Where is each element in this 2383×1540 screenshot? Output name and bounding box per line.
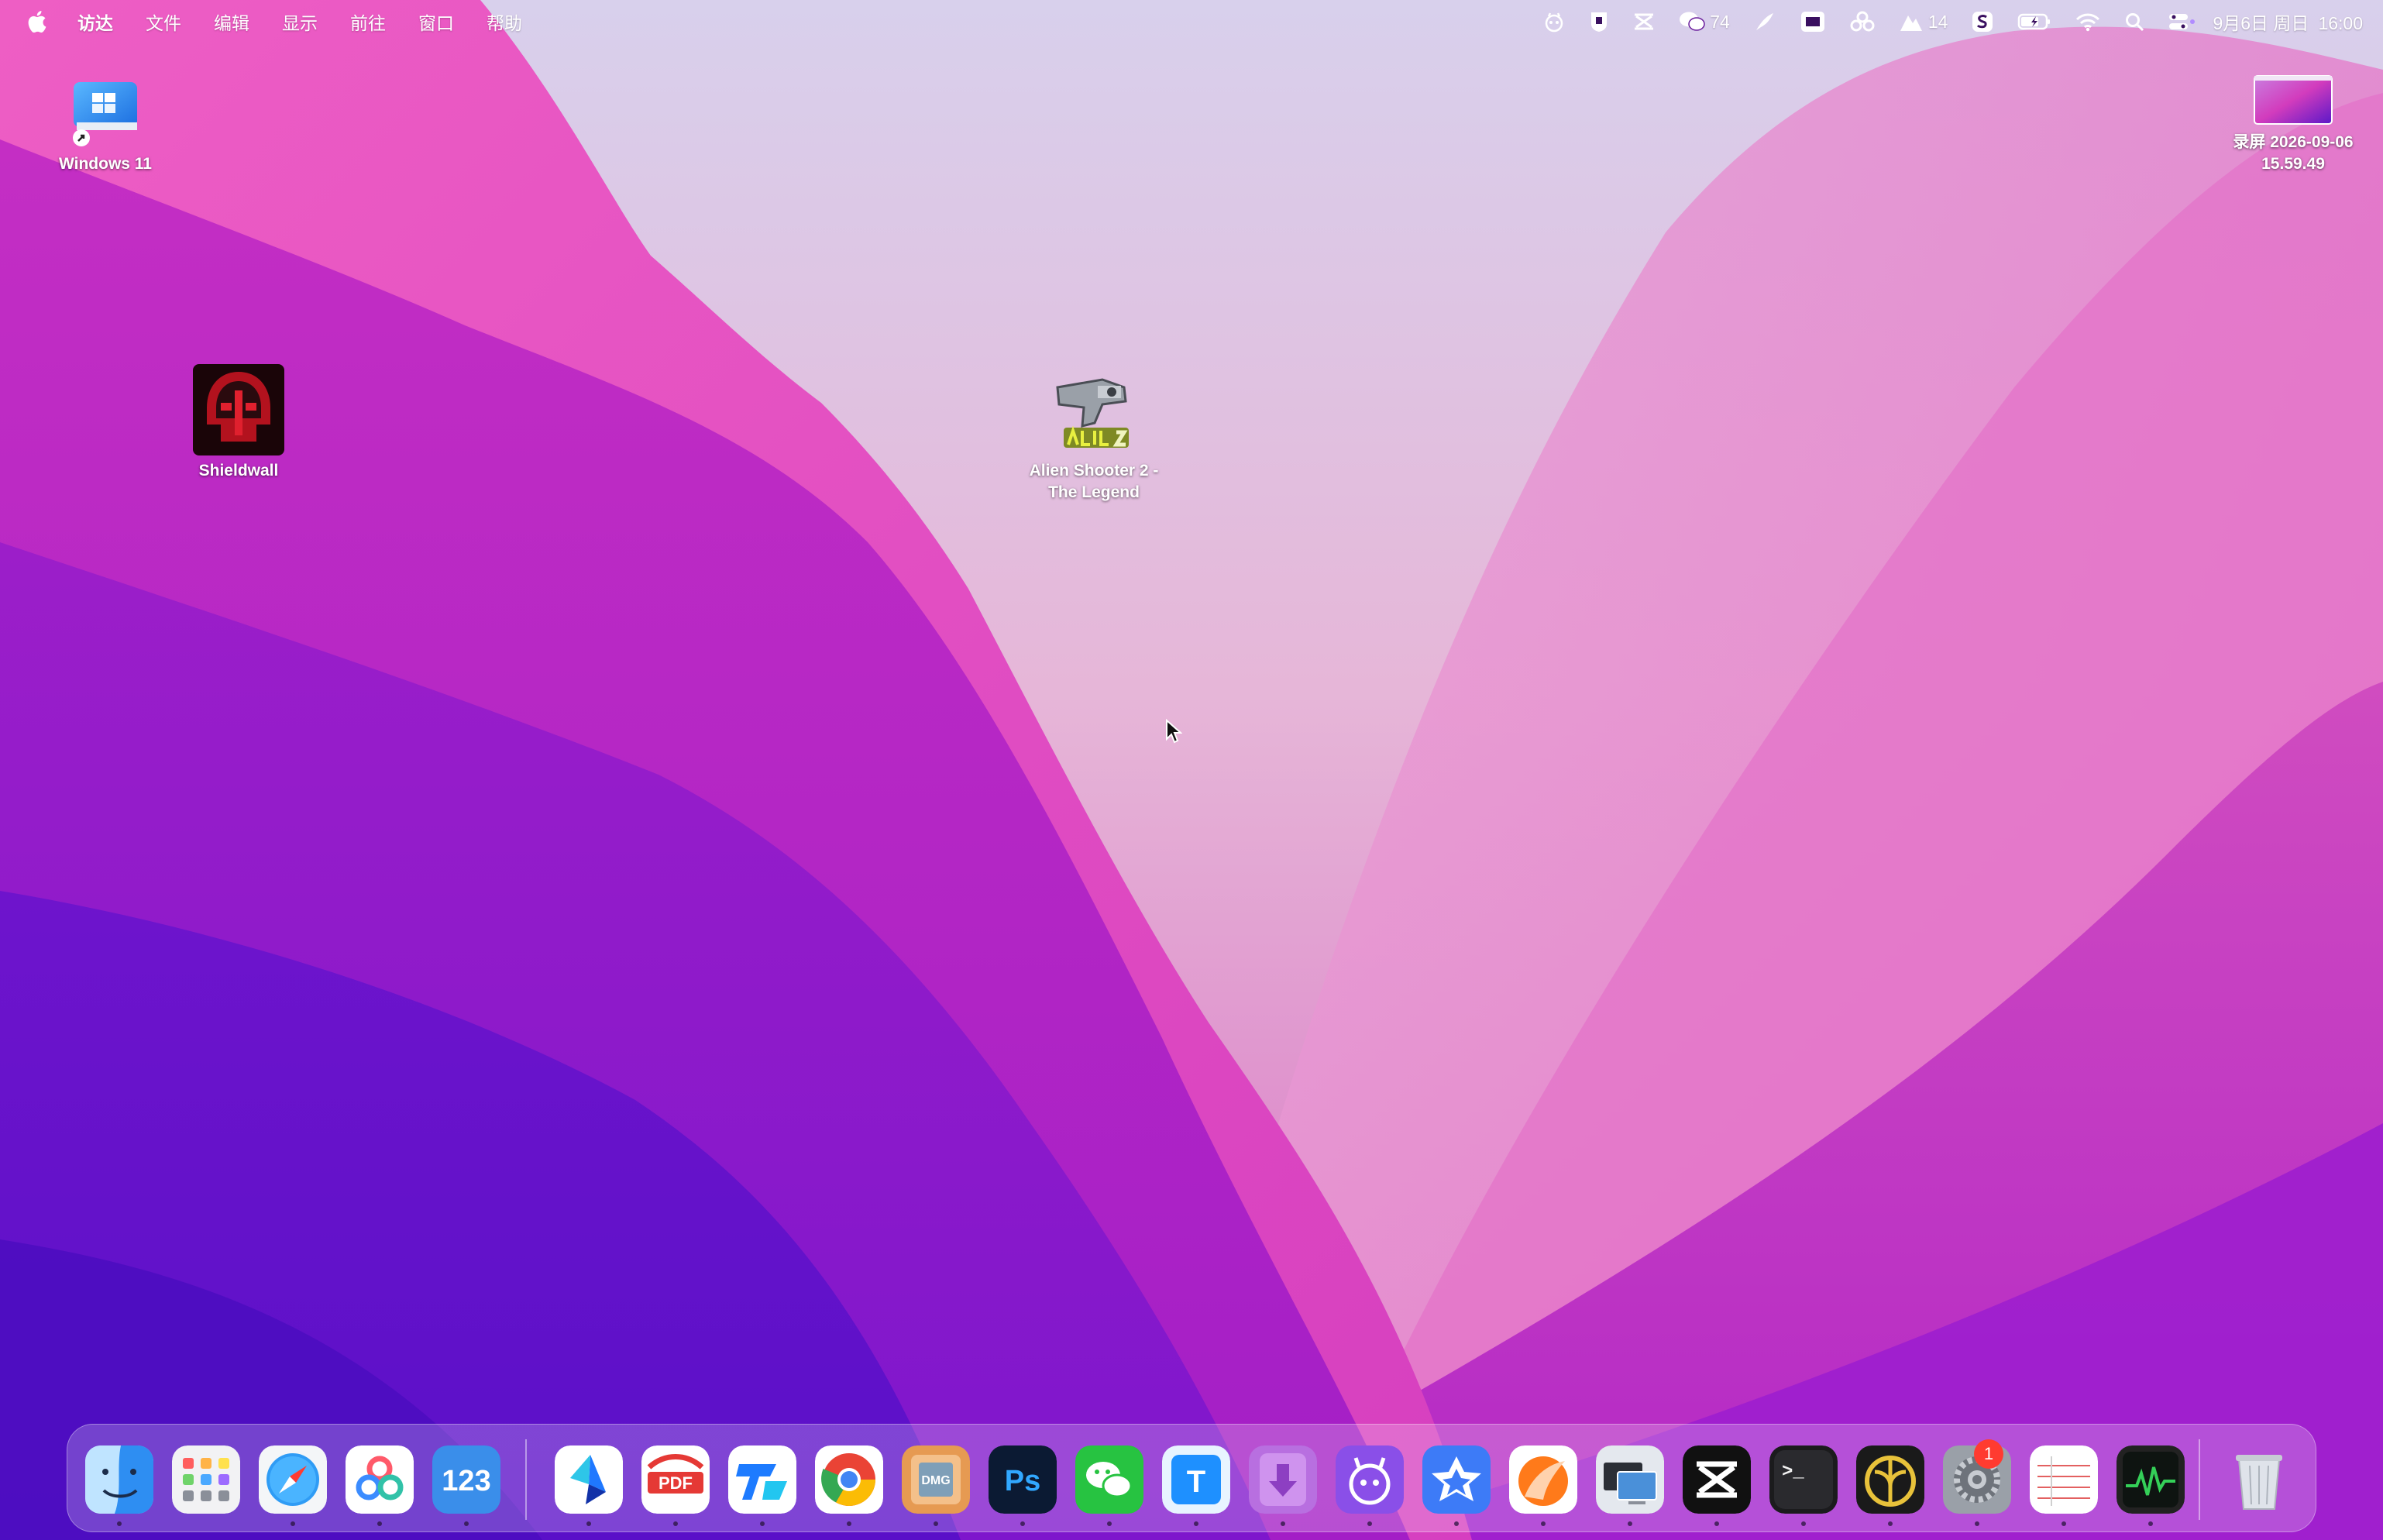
wechat-status-icon[interactable]: 74 [1679,11,1730,33]
menu-help[interactable]: 帮助 [487,9,522,35]
menu-bar: 访达 文件 编辑 显示 前往 窗口 帮助 74 14 9月6日 周日 16:00 [0,0,2383,43]
netdisk-status-icon[interactable] [1849,10,1876,33]
running-indicator [1975,1521,1979,1526]
dock-display-icon[interactable] [1596,1445,1664,1514]
running-indicator [464,1521,469,1526]
notification-status-icon[interactable]: 14 [1899,11,1948,33]
mouse-cursor-icon [1166,719,1182,744]
control-center-icon[interactable] [2168,12,2196,32]
dmg-label: DMG [921,1474,950,1487]
wechat-count: 74 [1710,11,1730,32]
running-indicator [760,1521,765,1526]
running-indicator [1020,1521,1025,1526]
running-indicator [377,1521,382,1526]
dock-fin-icon[interactable] [1856,1445,1924,1514]
running-indicator [1454,1521,1459,1526]
alien-shooter-game-icon [1056,378,1129,448]
desktop-icon-alien-shooter[interactable]: Alien Shooter 2 - The Legend [1015,364,1173,504]
running-indicator [1367,1521,1372,1526]
wifi-icon[interactable] [2075,12,2101,32]
dock-photoshop-icon[interactable]: Ps [989,1445,1057,1514]
running-indicator [1281,1521,1285,1526]
running-indicator [586,1521,591,1526]
dock-download-icon[interactable] [1249,1445,1317,1514]
dock-safari-icon[interactable] [259,1445,327,1514]
dock-orange-note-icon[interactable] [1509,1445,1577,1514]
desktop-wallpaper [0,0,2383,1540]
dock-puzzle-icon[interactable] [1422,1445,1491,1514]
menu-go[interactable]: 前往 [350,9,386,35]
dock-separator [2199,1439,2200,1520]
menu-file[interactable]: 文件 [146,9,181,35]
desktop-icon-label: Windows 11 [58,155,152,173]
dock-finder-icon[interactable] [85,1445,153,1514]
running-indicator [847,1521,851,1526]
running-indicator [117,1521,122,1526]
dock-capcut-icon[interactable] [1683,1445,1751,1514]
dock-terminal-icon[interactable]: >_ [1769,1445,1838,1514]
terminal-label: >_ [1782,1462,1804,1483]
notification-count: 14 [1927,11,1948,32]
windows-vm-icon [73,82,137,146]
battery-icon[interactable] [2017,12,2051,31]
shieldwall-game-icon [193,364,284,455]
dock-numbers-icon[interactable]: 123 [432,1445,500,1514]
dock-wechat-icon[interactable] [1075,1445,1143,1514]
running-indicator [934,1521,938,1526]
running-indicator [1628,1521,1632,1526]
screen-capture-status-icon[interactable] [1800,10,1826,33]
desktop-icon-windows-11[interactable]: Windows 11 [43,76,167,175]
dock-netdisk-icon[interactable] [346,1445,414,1514]
desktop-icon-label: Shieldwall [198,462,279,480]
desktop-icon-label: 录屏 2026-09-06 15.59.49 [2233,133,2354,173]
running-indicator [1801,1521,1806,1526]
text-label: T [1187,1465,1205,1499]
creature-status-icon[interactable] [1542,10,1566,33]
menu-time: 16:00 [2318,13,2363,33]
menu-edit[interactable]: 编辑 [214,9,249,35]
pdf-label: PDF [659,1473,693,1493]
running-indicator [1107,1521,1112,1526]
feather-status-icon[interactable] [1753,10,1776,33]
running-indicator [291,1521,295,1526]
dock-launchpad-icon[interactable] [172,1445,240,1514]
shield-status-icon[interactable] [1589,10,1609,33]
running-indicator [1194,1521,1198,1526]
spotlight-search-icon[interactable] [2124,12,2144,32]
desktop-icon-label: Alien Shooter 2 - The Legend [1029,462,1159,501]
numbers-label: 123 [442,1465,490,1497]
s-status-icon[interactable] [1971,10,1994,33]
dock-text-icon[interactable]: T [1162,1445,1230,1514]
running-indicator [673,1521,678,1526]
photoshop-label: Ps [1005,1465,1040,1497]
dock-dmg-icon[interactable]: DMG [902,1445,970,1514]
capcut-status-icon[interactable] [1632,12,1656,32]
dock-creature-icon[interactable] [1336,1445,1404,1514]
running-indicator [1888,1521,1893,1526]
running-indicator [1714,1521,1719,1526]
running-indicator [2148,1521,2153,1526]
menu-view[interactable]: 显示 [282,9,318,35]
menu-finder[interactable]: 访达 [77,9,113,35]
dock-meeting-icon[interactable] [728,1445,796,1514]
dock-separator [525,1439,527,1520]
video-thumbnail-icon [2254,75,2333,125]
desktop-icon-screen-recording[interactable]: 录屏 2026-09-06 15.59.49 [2211,73,2375,175]
dock-chrome-icon[interactable] [815,1445,883,1514]
settings-badge: 1 [1974,1439,2003,1469]
menu-window[interactable]: 窗口 [418,9,454,35]
menu-clock[interactable]: 9月6日 周日 16:00 [2213,9,2363,35]
dock-activity-monitor-icon[interactable] [2117,1445,2185,1514]
apple-menu-icon[interactable] [26,10,46,33]
dock-trash-icon[interactable] [2225,1445,2293,1514]
running-indicator [1541,1521,1546,1526]
running-indicator [2061,1521,2066,1526]
menu-date: 9月6日 周日 [2213,13,2309,33]
dock-pdf-icon[interactable]: PDF [641,1445,710,1514]
desktop-icon-shieldwall[interactable]: Shieldwall [177,364,301,482]
dock-table-icon[interactable] [2030,1445,2098,1514]
dock-lark-icon[interactable] [555,1445,623,1514]
